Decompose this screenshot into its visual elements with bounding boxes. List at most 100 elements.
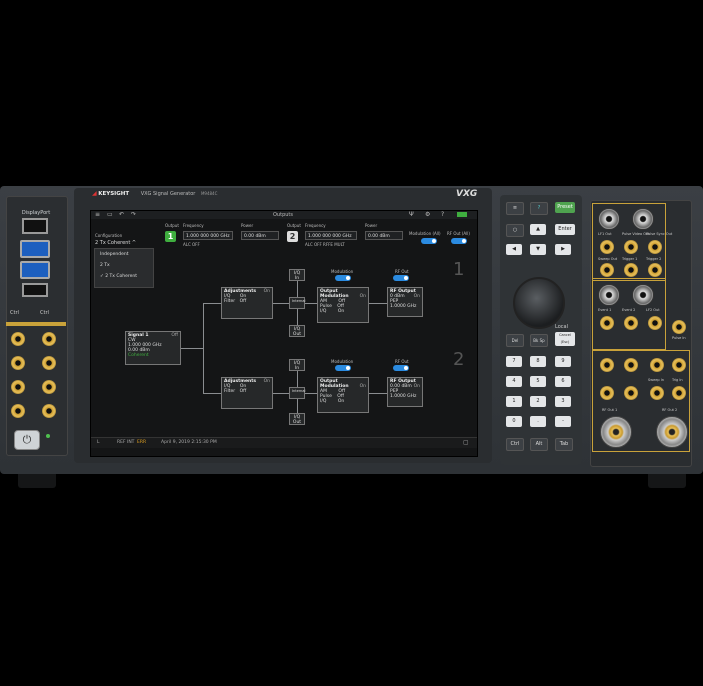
- path1-output-modulation-block[interactable]: Output Modulation On AM Off Pulse Off I/Q…: [317, 287, 369, 323]
- rf-out-2-connector[interactable]: [656, 416, 688, 448]
- status-warning[interactable]: ERR: [137, 440, 146, 445]
- arrow-right-key[interactable]: ▶: [555, 244, 571, 255]
- path2-rf-out-toggle[interactable]: [393, 365, 409, 371]
- rotary-knob[interactable]: [513, 277, 565, 329]
- sma-connector[interactable]: [624, 386, 638, 400]
- antenna-icon[interactable]: Ψ: [409, 211, 414, 218]
- configuration-select[interactable]: 2 Tx Coherent ^: [95, 240, 136, 246]
- sma-connector[interactable]: [672, 358, 686, 372]
- path1-rf-output-block[interactable]: RF Output On 0 dBm PEP 1.0000 GHz: [387, 287, 423, 317]
- path2-internal-switch[interactable]: Internal: [289, 387, 306, 399]
- power-button[interactable]: ⏻: [14, 430, 40, 450]
- alt-key[interactable]: Alt: [530, 438, 548, 451]
- channel2-frequency-field[interactable]: 1.000 000 000 GHz: [305, 231, 357, 240]
- menu-key[interactable]: ≡: [506, 202, 524, 215]
- help-key[interactable]: ?: [530, 202, 548, 215]
- arrow-down-key[interactable]: ▼: [530, 244, 546, 255]
- displayport-connector[interactable]: [22, 218, 48, 234]
- sma-connector[interactable]: [11, 332, 25, 346]
- sma-connector[interactable]: [42, 356, 56, 370]
- sma-connector[interactable]: [600, 263, 614, 277]
- channel2-power-field[interactable]: 0.00 dBm: [365, 231, 403, 240]
- path2-output-modulation-block[interactable]: Output Modulation On AM Off Pulse Off I/Q…: [317, 377, 369, 413]
- sma-connector[interactable]: [11, 356, 25, 370]
- redo-icon[interactable]: ↷: [131, 211, 136, 218]
- path1-rf-out-toggle[interactable]: [393, 275, 409, 281]
- sma-connector[interactable]: [11, 380, 25, 394]
- digit-7-key[interactable]: 7: [506, 356, 522, 367]
- path1-modulation-toggle[interactable]: [335, 275, 351, 281]
- digit-3-key[interactable]: 3: [555, 396, 571, 407]
- path2-rf-output-block[interactable]: RF Output On 0.00 dBm PEP 1.0000 GHz: [387, 377, 423, 407]
- backspace-key[interactable]: Bk Sp: [530, 334, 548, 347]
- decimal-key[interactable]: .: [530, 416, 546, 427]
- digit-9-key[interactable]: 9: [555, 356, 571, 367]
- dropdown-option-2tx[interactable]: 2 Tx: [95, 260, 153, 271]
- signal1-block[interactable]: Signal 1 Off CW 1.000 000 GHz 0.00 dBm C…: [125, 331, 181, 365]
- path1-iq-out-block[interactable]: I/Q Out: [289, 325, 305, 337]
- bnc-connector[interactable]: [598, 284, 620, 306]
- undo-icon[interactable]: ↶: [119, 211, 124, 218]
- sma-connector[interactable]: [672, 320, 686, 334]
- usb-port-1[interactable]: [20, 240, 50, 258]
- preset-key[interactable]: Preset: [555, 202, 575, 213]
- sma-connector[interactable]: [42, 380, 56, 394]
- dropdown-option-2tx-coherent[interactable]: ✓ 2 Tx Coherent: [95, 271, 153, 282]
- sma-connector[interactable]: [648, 263, 662, 277]
- arrow-up-key[interactable]: ▲: [530, 224, 546, 235]
- sma-connector[interactable]: [672, 386, 686, 400]
- delete-key[interactable]: Del: [506, 334, 524, 347]
- digit-1-key[interactable]: 1: [506, 396, 522, 407]
- path1-internal-switch[interactable]: Internal: [289, 297, 306, 309]
- path2-modulation-toggle[interactable]: [335, 365, 351, 371]
- sma-connector[interactable]: [650, 386, 664, 400]
- digit-0-key[interactable]: 0: [506, 416, 522, 427]
- sma-connector[interactable]: [42, 332, 56, 346]
- sma-connector[interactable]: [600, 240, 614, 254]
- usb-port-2[interactable]: [20, 261, 50, 279]
- sma-connector[interactable]: [648, 316, 662, 330]
- sma-connector[interactable]: [624, 240, 638, 254]
- channel1-button[interactable]: 1: [165, 231, 176, 242]
- message-icon[interactable]: ▢: [463, 439, 469, 446]
- sma-connector[interactable]: [600, 316, 614, 330]
- minus-key[interactable]: -: [555, 416, 571, 427]
- sma-connector[interactable]: [600, 358, 614, 372]
- sma-connector[interactable]: [624, 263, 638, 277]
- path2-iq-in-block[interactable]: I/Q In: [289, 359, 305, 371]
- path1-adjustments-block[interactable]: Adjustments On I/Q On Filter Off: [221, 287, 273, 319]
- digit-2-key[interactable]: 2: [530, 396, 546, 407]
- digit-6-key[interactable]: 6: [555, 376, 571, 387]
- circle-key[interactable]: ○: [506, 224, 524, 237]
- menu-icon[interactable]: ≡: [95, 211, 100, 218]
- rf-out-1-connector[interactable]: [600, 416, 632, 448]
- gear-icon[interactable]: ⚙: [425, 211, 430, 218]
- cancel-key[interactable]: Cancel (Esc): [555, 332, 575, 346]
- enter-key[interactable]: Enter: [555, 224, 575, 235]
- arrow-left-key[interactable]: ◀: [506, 244, 522, 255]
- tab-key[interactable]: Tab: [555, 438, 573, 451]
- bnc-connector[interactable]: [632, 284, 654, 306]
- channel1-frequency-field[interactable]: 1.000 000 000 GHz: [183, 231, 233, 240]
- sma-connector[interactable]: [648, 240, 662, 254]
- sma-connector[interactable]: [650, 358, 664, 372]
- digit-4-key[interactable]: 4: [506, 376, 522, 387]
- modulation-all-toggle[interactable]: [421, 238, 437, 244]
- bnc-connector[interactable]: [632, 208, 654, 230]
- digit-8-key[interactable]: 8: [530, 356, 546, 367]
- dropdown-option-independent[interactable]: Independent: [95, 249, 153, 260]
- path1-iq-in-block[interactable]: I/Q In: [289, 269, 305, 281]
- channel1-power-field[interactable]: 0.00 dBm: [241, 231, 279, 240]
- path2-iq-out-block[interactable]: I/Q Out: [289, 413, 305, 425]
- bnc-connector[interactable]: [598, 208, 620, 230]
- sma-connector[interactable]: [11, 404, 25, 418]
- sma-connector[interactable]: [624, 358, 638, 372]
- folder-icon[interactable]: ▭: [107, 211, 113, 218]
- usb-port-3[interactable]: [22, 283, 48, 297]
- path2-adjustments-block[interactable]: Adjustments On I/Q On Filter Off: [221, 377, 273, 409]
- help-icon[interactable]: ?: [441, 211, 444, 218]
- sma-connector[interactable]: [600, 386, 614, 400]
- digit-5-key[interactable]: 5: [530, 376, 546, 387]
- channel2-button[interactable]: 2: [287, 231, 298, 242]
- ctrl-key[interactable]: Ctrl: [506, 438, 524, 451]
